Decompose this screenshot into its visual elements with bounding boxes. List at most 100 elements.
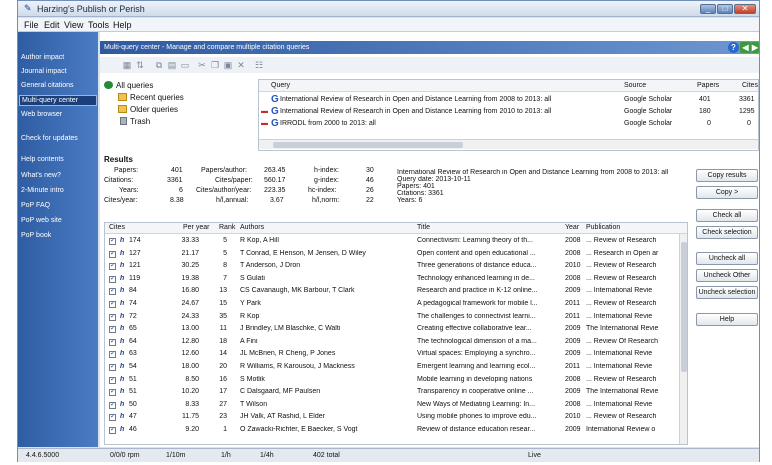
tree-all-queries[interactable]: All queries <box>104 81 153 90</box>
uncheck-all-button[interactable]: Uncheck all <box>696 252 758 265</box>
cell-year: 2011 <box>565 300 581 307</box>
query-row[interactable]: ▬ G International Review of Research in … <box>259 106 758 118</box>
uncheck-selection-button[interactable]: Uncheck selection <box>696 286 758 299</box>
col-title[interactable]: Title <box>417 224 430 231</box>
row-checkbox[interactable] <box>109 250 116 258</box>
row-checkbox[interactable] <box>109 338 116 346</box>
table-row[interactable]: h 127 21.17 5 T Conrad, E Henson, M Jensen, … <box>105 249 687 260</box>
query-list-scrollbar[interactable] <box>259 139 758 149</box>
new-query-icon[interactable]: ▦ <box>122 60 132 70</box>
menu-tools[interactable]: Tools <box>88 20 109 30</box>
row-checkbox[interactable] <box>109 275 116 283</box>
row-checkbox[interactable] <box>109 301 116 308</box>
sidebar-item-whats-new[interactable]: What's new? <box>21 172 61 179</box>
table-row[interactable]: h 54 18.00 20 R Williams, R Karousou, J Mack… <box>105 362 687 373</box>
panel-title: Multi-query center - Manage and compare … <box>104 44 310 51</box>
row-checkbox[interactable] <box>109 351 116 359</box>
menu-edit[interactable]: Edit <box>44 20 60 30</box>
row-checkbox[interactable] <box>109 364 116 371</box>
query-row[interactable]: ▬ G IRRODL from 2000 to 2013: all Google… <box>259 118 758 130</box>
scrollbar-thumb[interactable] <box>273 142 463 148</box>
tree-recent-queries[interactable]: Recent queries <box>118 93 184 102</box>
sidebar-item-journal-impact[interactable]: Journal impact <box>21 68 67 75</box>
row-checkbox[interactable] <box>109 288 116 296</box>
col-cites[interactable]: Cites <box>109 224 125 231</box>
sidebar-item-check-updates[interactable]: Check for updates <box>21 135 78 142</box>
tree-trash[interactable]: Trash <box>120 117 150 126</box>
row-checkbox[interactable] <box>109 313 116 321</box>
help-icon[interactable]: ? <box>728 42 739 53</box>
results-table-scrollbar[interactable] <box>679 234 687 444</box>
copy-menu-button[interactable]: Copy > <box>696 186 758 199</box>
duplicate-icon[interactable]: ❐ <box>210 60 220 70</box>
table-row[interactable]: h 47 11.75 23 JH Valk, AT Rashid, L Elder Usi… <box>105 412 687 423</box>
row-checkbox[interactable] <box>109 263 116 271</box>
table-row[interactable]: h 84 16.80 13 CS Cavanaugh, MK Barbour, T Cl… <box>105 286 687 297</box>
cell-cites: 51 <box>129 375 137 383</box>
table-row[interactable]: h 63 12.60 14 JL McBrien, R Cheng, P Jones Vi… <box>105 349 687 360</box>
minimize-button[interactable]: _ <box>700 4 716 14</box>
col-cites[interactable]: Cites <box>742 82 758 89</box>
tree-older-queries[interactable]: Older queries <box>118 105 178 114</box>
import-icon[interactable]: ⇅ <box>135 60 145 70</box>
col-rank[interactable]: Rank <box>219 224 235 231</box>
row-checkbox[interactable] <box>109 376 116 384</box>
table-row[interactable]: h 174 33.33 5 R Kop, A Hill Connectivism: Lea… <box>105 236 687 247</box>
row-checkbox[interactable] <box>109 401 116 409</box>
help-button[interactable]: Help <box>696 313 758 326</box>
row-checkbox[interactable] <box>109 326 116 334</box>
col-papers[interactable]: Papers <box>697 82 719 89</box>
menu-file[interactable]: File <box>24 20 39 30</box>
table-row[interactable]: h 51 8.50 16 S Motlik Mobile learning in deve… <box>105 375 687 386</box>
cell-year: 2009 <box>565 287 581 295</box>
col-source[interactable]: Source <box>624 82 646 89</box>
scrollbar-thumb[interactable] <box>681 242 687 372</box>
sidebar-item-multi-query-center[interactable]: Multi-query center <box>19 95 97 106</box>
maximize-button[interactable]: □ <box>717 4 733 14</box>
row-checkbox[interactable] <box>109 427 116 434</box>
save-icon[interactable]: ▣ <box>223 60 233 70</box>
sidebar-item-author-impact[interactable]: Author impact <box>21 54 64 61</box>
table-row[interactable]: h 121 30.25 8 T Anderson, J Dron Three genera… <box>105 261 687 272</box>
check-all-button[interactable]: Check all <box>696 209 758 222</box>
row-checkbox[interactable] <box>109 414 116 422</box>
col-query[interactable]: Query <box>271 82 290 89</box>
table-row[interactable]: h 50 8.33 27 T Wilson New Ways of Mediating L… <box>105 400 687 411</box>
cell-publication: International Review o <box>586 426 656 433</box>
folder-icon[interactable]: ▭ <box>180 60 190 70</box>
query-row[interactable]: G International Review of Research in Op… <box>259 94 758 106</box>
copy-icon[interactable]: ⧉ <box>154 60 164 70</box>
table-row[interactable]: h 65 13.00 11 J Brindley, LM Blaschke, C Wal… <box>105 324 687 335</box>
row-checkbox[interactable] <box>109 389 116 397</box>
sidebar-item-pop-faq[interactable]: PoP FAQ <box>21 202 50 209</box>
table-row[interactable]: h 51 10.20 17 C Dalsgaard, MF Paulsen Transpa… <box>105 387 687 398</box>
col-publication[interactable]: Publication <box>586 224 620 231</box>
delete-icon[interactable]: ✕ <box>236 60 246 70</box>
cut-icon[interactable]: ✂ <box>197 60 207 70</box>
menu-help[interactable]: Help <box>113 20 132 30</box>
table-row[interactable]: h 74 24.67 15 Y Park A pedagogical framework … <box>105 299 687 310</box>
sidebar-item-help-contents[interactable]: Help contents <box>21 156 64 163</box>
sidebar-item-general-citations[interactable]: General citations <box>21 82 74 89</box>
col-year[interactable]: Year <box>565 224 579 231</box>
table-row[interactable]: h 46 9.20 1 O Zawacki-Richter, E Baecker, S … <box>105 425 687 436</box>
table-row[interactable]: h 72 24.33 35 R Kop The challenges to connect… <box>105 312 687 323</box>
sidebar-item-web-browser[interactable]: Web browser <box>21 111 62 118</box>
sidebar-item-pop-book[interactable]: PoP book <box>21 232 51 239</box>
close-button[interactable]: ✕ <box>734 4 756 14</box>
properties-icon[interactable]: ☷ <box>254 60 264 70</box>
check-selection-button[interactable]: Check selection <box>696 226 758 239</box>
back-icon[interactable]: ◀ <box>740 42 751 53</box>
sidebar-item-pop-web-site[interactable]: PoP web site <box>21 217 62 224</box>
uncheck-other-button[interactable]: Uncheck Other <box>696 269 758 282</box>
copy-results-button[interactable]: Copy results <box>696 169 758 182</box>
paste-icon[interactable]: ▤ <box>167 60 177 70</box>
col-per-year[interactable]: Per year <box>183 224 209 231</box>
forward-icon[interactable]: ▶ <box>751 42 759 53</box>
menu-view[interactable]: View <box>64 20 83 30</box>
sidebar-item-2-minute-intro[interactable]: 2-Minute intro <box>21 187 64 194</box>
table-row[interactable]: h 64 12.80 18 A Fini The technological dimens… <box>105 337 687 348</box>
col-authors[interactable]: Authors <box>240 224 264 231</box>
table-row[interactable]: h 119 19.38 7 S Gulati Technology enhanced le… <box>105 274 687 285</box>
row-checkbox[interactable] <box>109 238 116 245</box>
